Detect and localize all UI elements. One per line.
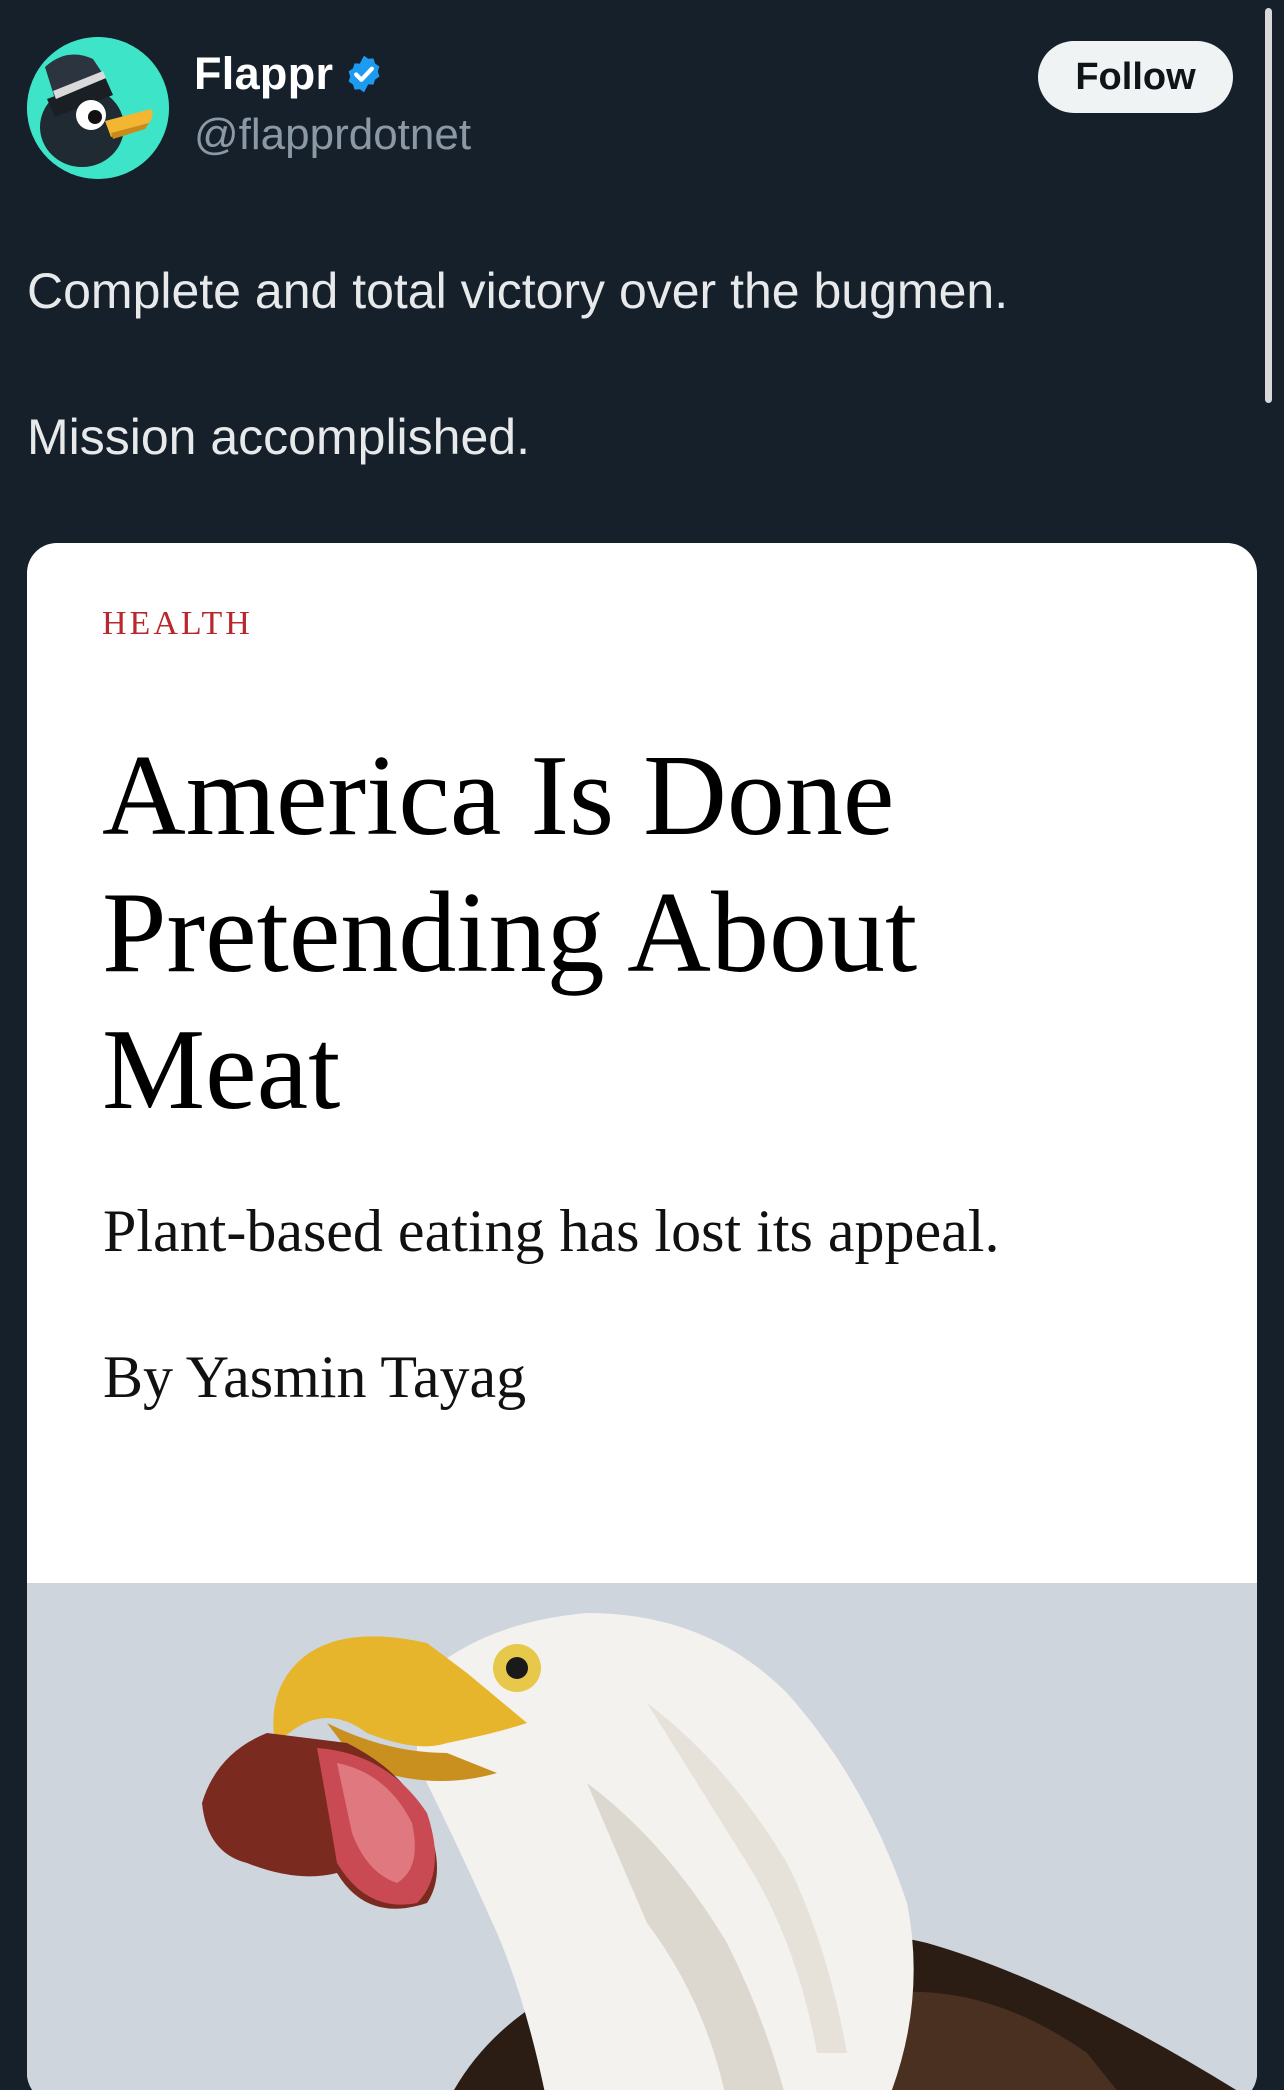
- eagle-image-icon: [27, 1583, 1257, 2090]
- headline-line-2: Pretending About: [102, 869, 918, 997]
- name-row: Flappr: [194, 48, 385, 100]
- verified-badge-icon: [343, 53, 385, 95]
- headline-line-1: America Is Done: [102, 732, 895, 860]
- flappr-logo-icon: [27, 37, 169, 179]
- section-label: HEALTH: [102, 605, 253, 642]
- headline-line-3: Meat: [102, 1006, 341, 1134]
- follow-button[interactable]: Follow: [1038, 41, 1233, 113]
- tweet-text-line-2: Mission accomplished.: [27, 409, 530, 465]
- link-card[interactable]: HEALTH America Is Done Pretending About …: [27, 543, 1257, 2090]
- scrollbar[interactable]: [1265, 0, 1272, 2090]
- tweet-text-line-1: Complete and total victory over the bugm…: [27, 263, 1009, 319]
- scrollbar-thumb[interactable]: [1265, 8, 1272, 403]
- avatar[interactable]: [27, 37, 169, 179]
- article-headline: America Is Done Pretending About Meat: [102, 728, 1152, 1139]
- article-image: [27, 1583, 1257, 2090]
- article-byline: By Yasmin Tayag: [103, 1344, 527, 1410]
- tweet-screen: Flappr @flapprdotnet Follow Complete and…: [0, 0, 1284, 2090]
- handle[interactable]: @flapprdotnet: [194, 110, 471, 160]
- display-name[interactable]: Flappr: [194, 48, 333, 100]
- article-dek: Plant-based eating has lost its appeal.: [103, 1198, 1000, 1264]
